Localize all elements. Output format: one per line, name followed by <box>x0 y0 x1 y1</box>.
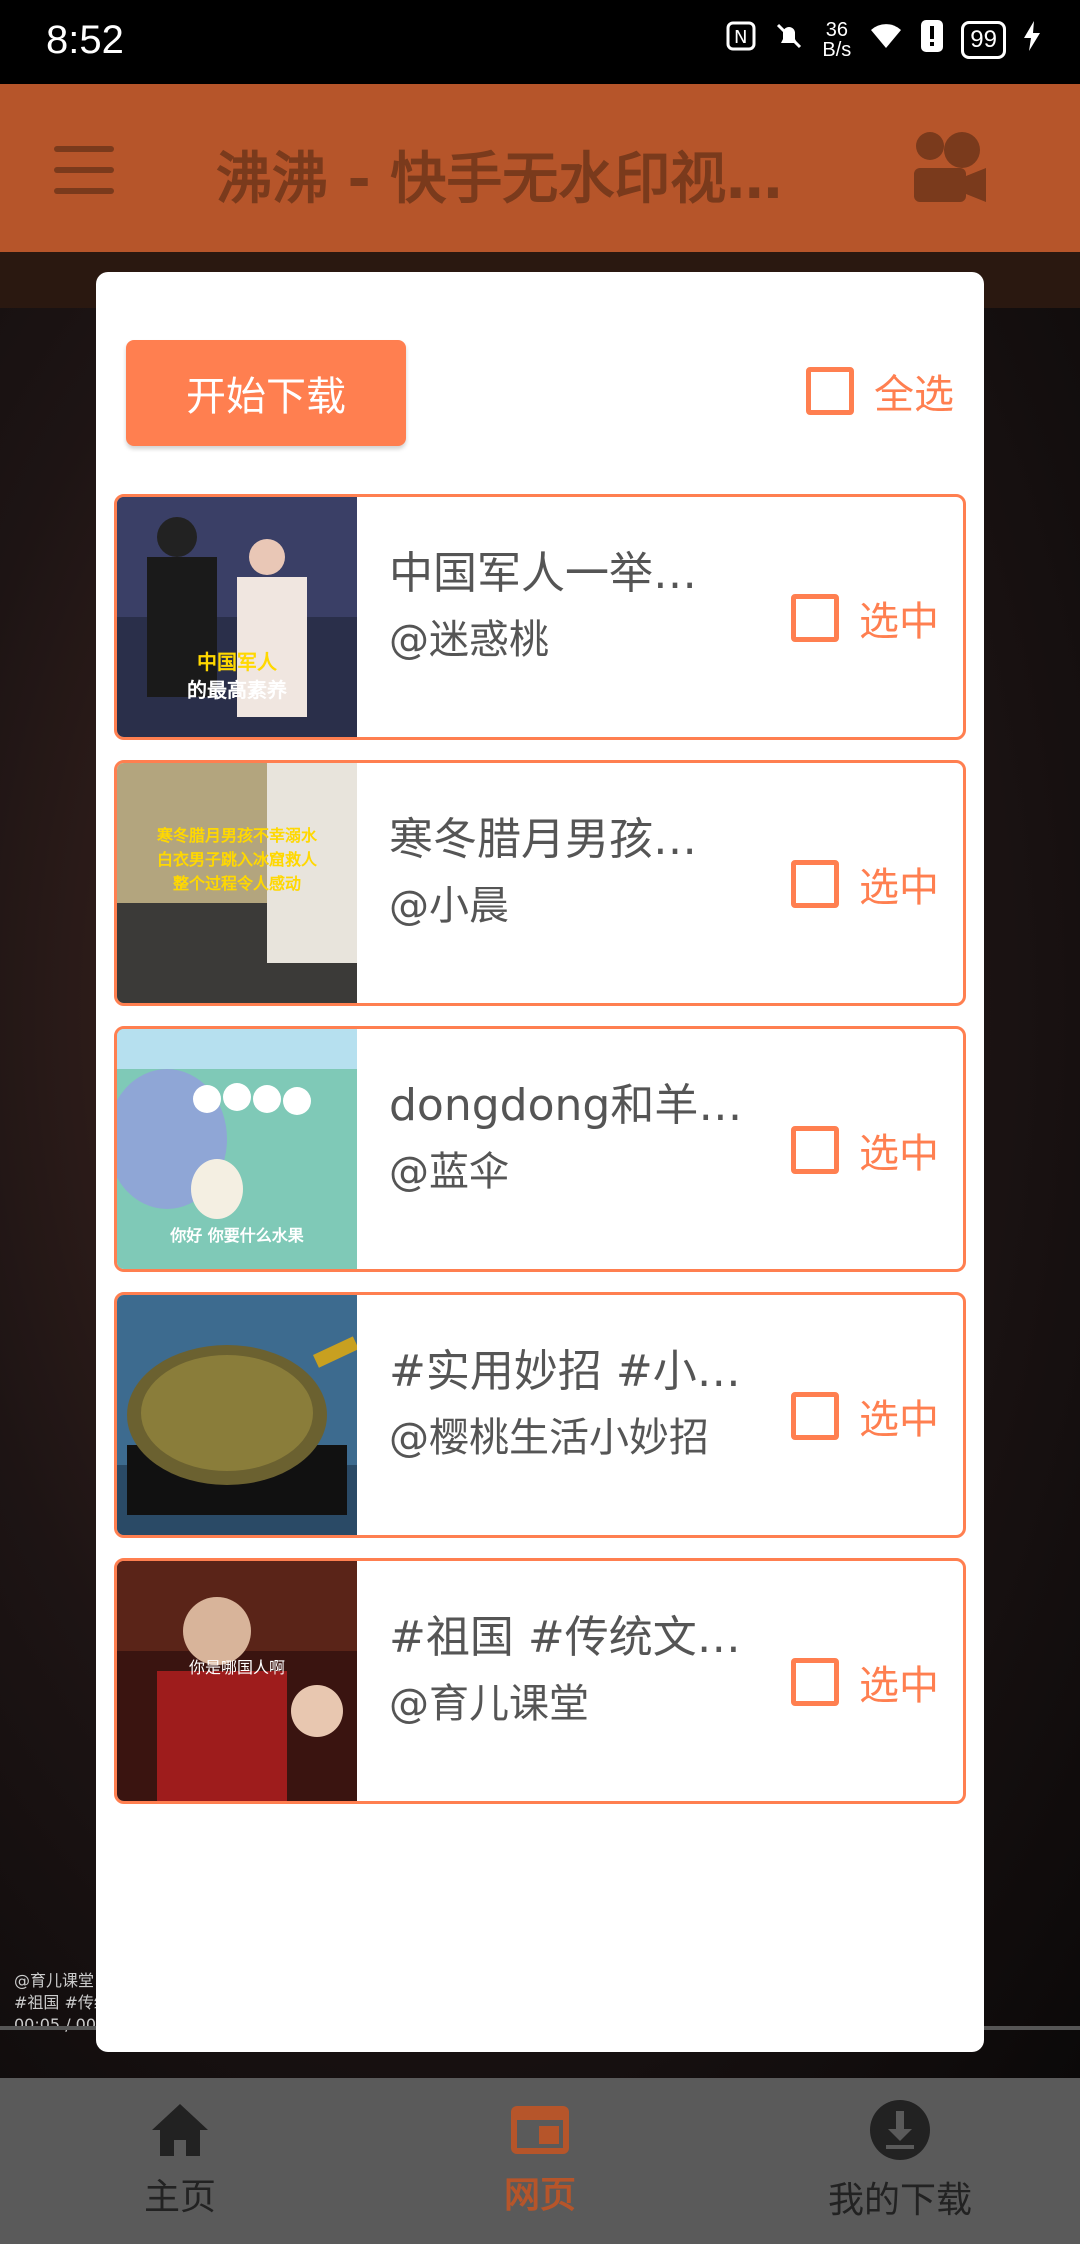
mute-bell-icon <box>774 21 804 59</box>
video-thumbnail <box>117 1295 357 1535</box>
select-all-checkbox[interactable] <box>806 367 854 415</box>
nav-downloads[interactable]: 我的下载 <box>720 2078 1080 2244</box>
nfc-icon: N <box>726 21 756 59</box>
item-checkbox[interactable] <box>791 1126 839 1174</box>
nav-home[interactable]: 主页 <box>0 2078 360 2244</box>
svg-text:的最高素养: 的最高素养 <box>187 678 287 702</box>
select-item[interactable]: 选中 <box>791 1653 939 1711</box>
item-checkbox[interactable] <box>791 1658 839 1706</box>
select-all-label: 全选 <box>874 372 954 418</box>
video-thumbnail: 你好 你要什么水果 <box>117 1029 357 1269</box>
download-dialog: 开始下载 全选 中国军人 的最高素养 中国军人一举… @迷惑桃 选中 寒冬腊月男… <box>96 272 984 2052</box>
nav-home-label: 主页 <box>143 2177 216 2218</box>
svg-text:整个过程令人感动: 整个过程令人感动 <box>172 874 301 893</box>
video-list: 中国军人 的最高素养 中国军人一举… @迷惑桃 选中 寒冬腊月男孩不幸溺水 白衣… <box>114 494 966 1824</box>
list-item[interactable]: 你好 你要什么水果 dongdong和羊… @蓝伞 选中 <box>114 1026 966 1272</box>
select-item[interactable]: 选中 <box>791 1387 939 1445</box>
select-label: 选中 <box>859 599 939 645</box>
video-title: dongdong和羊… <box>389 1080 743 1131</box>
item-checkbox[interactable] <box>791 860 839 908</box>
nav-web-label: 网页 <box>503 2175 576 2216</box>
svg-text:你好 你要什么水果: 你好 你要什么水果 <box>169 1226 304 1245</box>
status-icons: N 36 B/s 99 <box>726 20 1040 60</box>
wifi-icon <box>869 22 903 58</box>
video-author: @蓝伞 <box>389 1149 509 1195</box>
select-label: 选中 <box>859 1397 939 1443</box>
net-speed: 36 B/s <box>822 19 852 61</box>
video-camera-icon[interactable] <box>906 124 990 208</box>
svg-text:寒冬腊月男孩不幸溺水: 寒冬腊月男孩不幸溺水 <box>156 826 318 845</box>
video-title: 中国军人一举… <box>389 548 697 599</box>
select-item[interactable]: 选中 <box>791 855 939 913</box>
video-author: @育儿课堂 <box>389 1681 589 1727</box>
video-author: @樱桃生活小妙招 <box>389 1415 709 1461</box>
video-thumbnail: 中国军人 的最高素养 <box>117 497 357 737</box>
video-title: #实用妙招 #小… <box>389 1346 741 1397</box>
list-item[interactable]: #实用妙招 #小… @樱桃生活小妙招 选中 <box>114 1292 966 1538</box>
download-icon <box>870 2100 930 2160</box>
bottom-nav: 主页 网页 我的下载 <box>0 2078 1080 2244</box>
svg-text:白衣男子跳入冰窟救人: 白衣男子跳入冰窟救人 <box>157 850 318 869</box>
app-title: 沸沸 - 快手无水印视… <box>216 147 783 212</box>
video-thumbnail: 你是哪国人啊 <box>117 1561 357 1801</box>
home-icon <box>152 2104 208 2156</box>
charging-icon <box>1024 21 1040 59</box>
video-thumbnail: 寒冬腊月男孩不幸溺水 白衣男子跳入冰窟救人 整个过程令人感动 <box>117 763 357 1003</box>
svg-text:你是哪国人啊: 你是哪国人啊 <box>189 1658 285 1677</box>
status-bar: 8:52 N 36 B/s 99 <box>0 0 1080 84</box>
item-checkbox[interactable] <box>791 594 839 642</box>
start-download-button[interactable]: 开始下载 <box>126 340 406 446</box>
menu-icon[interactable] <box>54 146 114 194</box>
select-item[interactable]: 选中 <box>791 589 939 647</box>
app-bar: 沸沸 - 快手无水印视… <box>0 84 1080 252</box>
select-label: 选中 <box>859 1131 939 1177</box>
select-item[interactable]: 选中 <box>791 1121 939 1179</box>
svg-text:中国军人: 中国军人 <box>197 650 278 674</box>
nav-downloads-label: 我的下载 <box>827 2180 972 2221</box>
video-title: #祖国 #传统文… <box>389 1612 741 1663</box>
list-item[interactable]: 中国军人 的最高素养 中国军人一举… @迷惑桃 选中 <box>114 494 966 740</box>
select-label: 选中 <box>859 1663 939 1709</box>
list-item[interactable]: 你是哪国人啊 #祖国 #传统文… @育儿课堂 选中 <box>114 1558 966 1804</box>
web-icon <box>511 2106 569 2154</box>
status-time: 8:52 <box>46 18 124 62</box>
item-checkbox[interactable] <box>791 1392 839 1440</box>
battery-indicator: 99 <box>961 21 1006 59</box>
alert-icon <box>921 20 944 60</box>
select-label: 选中 <box>859 865 939 911</box>
list-item[interactable]: 寒冬腊月男孩不幸溺水 白衣男子跳入冰窟救人 整个过程令人感动 寒冬腊月男孩… @… <box>114 760 966 1006</box>
video-title: 寒冬腊月男孩… <box>389 814 697 865</box>
video-author: @小晨 <box>389 883 509 929</box>
svg-text:N: N <box>734 27 747 48</box>
video-author: @迷惑桃 <box>389 617 549 663</box>
select-all-toggle[interactable]: 全选 <box>806 362 954 420</box>
nav-web[interactable]: 网页 <box>360 2078 720 2244</box>
